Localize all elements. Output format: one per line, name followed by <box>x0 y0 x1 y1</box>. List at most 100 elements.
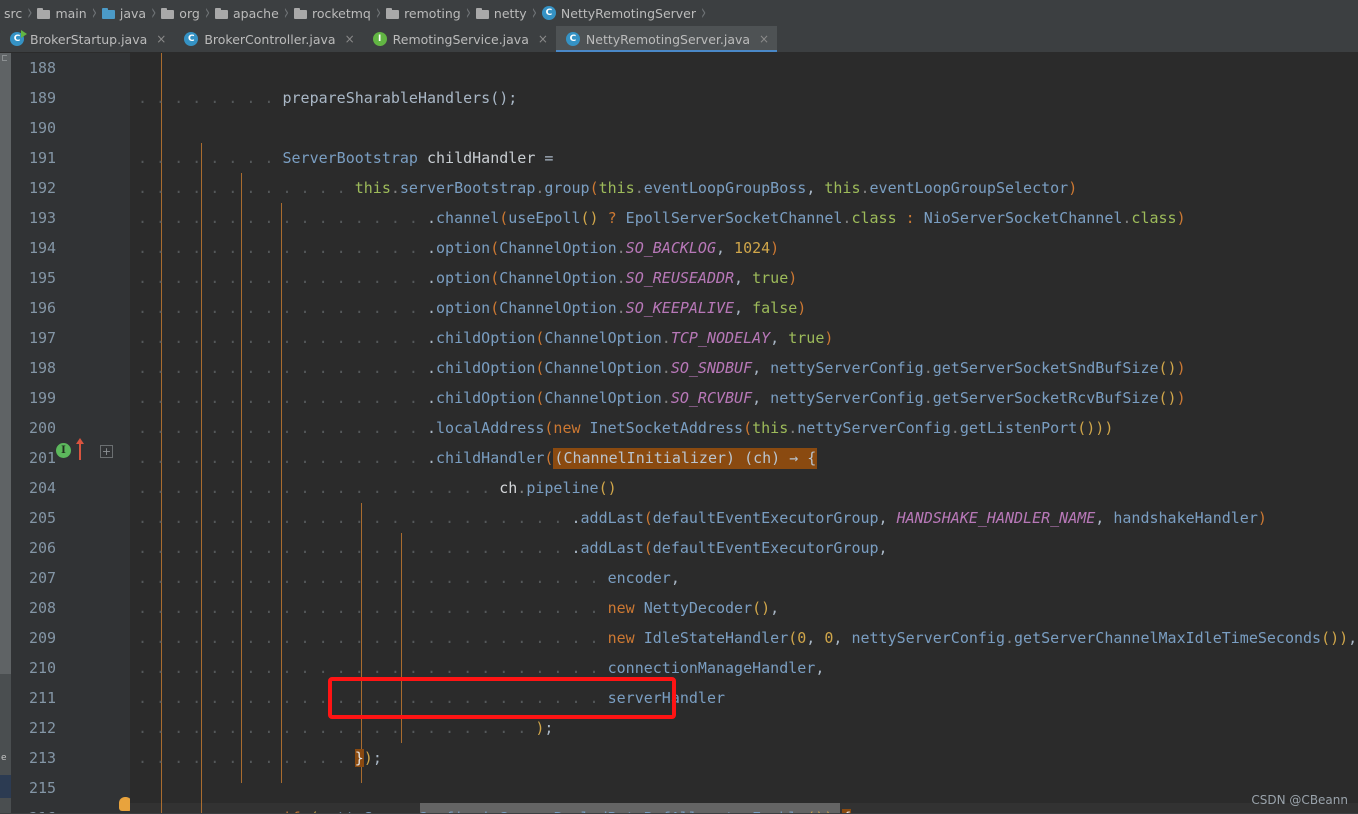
tab-brokercontroller-java[interactable]: C BrokerController.java × <box>174 26 363 52</box>
breadcrumb-separator-icon: › <box>283 0 289 26</box>
code-line-207: . . . . . . . . . . . . . . . . . . . . … <box>138 569 680 587</box>
code-line-192: . . . . . . . . . . . . this.serverBoots… <box>138 179 1078 197</box>
code-line-199: . . . . . . . . . . . . . . . . .childOp… <box>138 389 1186 407</box>
tab-nettyremotingserver-java[interactable]: C NettyRemotingServer.java × <box>555 26 778 52</box>
folder-icon <box>293 7 307 19</box>
editor-gutter[interactable]: 188 189 190 191 192 193 194 195 196 197 … <box>11 53 132 813</box>
line-number: 191 <box>29 149 57 167</box>
code-line-208: . . . . . . . . . . . . . . . . . . . . … <box>138 599 780 617</box>
close-icon[interactable]: × <box>345 33 355 45</box>
line-number: 207 <box>29 569 57 587</box>
breadcrumb-item-org[interactable]: org <box>157 0 204 26</box>
code-line-200: . . . . . . . . . . . . . . . . .localAd… <box>138 419 1114 437</box>
close-icon[interactable]: × <box>156 33 166 45</box>
close-icon[interactable]: × <box>538 33 548 45</box>
folder-icon <box>215 7 229 19</box>
line-number: 210 <box>29 659 57 677</box>
breadcrumb-label: java <box>119 5 147 21</box>
class-runnable-icon: C <box>10 30 27 46</box>
code-line-195: . . . . . . . . . . . . . . . . .option(… <box>138 269 798 287</box>
line-number: 194 <box>29 239 57 257</box>
breadcrumb-item-nettyremotingserver[interactable]: C NettyRemotingServer <box>538 0 700 26</box>
code-line-211: . . . . . . . . . . . . . . . . . . . . … <box>138 689 726 707</box>
line-number: 212 <box>29 719 57 737</box>
breadcrumb-item-main[interactable]: main <box>33 0 90 26</box>
code-content[interactable]: . . . . . . . . prepareSharableHandlers(… <box>130 53 1358 813</box>
code-line-191: . . . . . . . . ServerBootstrap childHan… <box>138 149 554 167</box>
tab-label: BrokerController.java <box>204 31 336 47</box>
breadcrumb-item-apache[interactable]: apache <box>211 0 283 26</box>
class-icon: C <box>184 32 199 46</box>
tab-brokerstartup-java[interactable]: C BrokerStartup.java × <box>0 26 175 52</box>
breadcrumb-item-netty[interactable]: netty <box>472 0 531 26</box>
line-number: 192 <box>29 179 57 197</box>
fold-expand-icon[interactable]: + <box>100 445 113 458</box>
line-number: 200 <box>29 419 57 437</box>
code-line-193: . . . . . . . . . . . . . . . . .channel… <box>138 209 1186 227</box>
code-line-205: . . . . . . . . . . . . . . . . . . . . … <box>138 509 1267 527</box>
breadcrumb-separator-icon: › <box>465 0 471 26</box>
line-number: 213 <box>29 749 57 767</box>
line-number: 215 <box>29 779 57 797</box>
code-line-210: . . . . . . . . . . . . . . . . . . . . … <box>138 659 825 677</box>
line-number: 197 <box>29 329 57 347</box>
breadcrumb-label: remoting <box>404 5 461 21</box>
code-line-194: . . . . . . . . . . . . . . . . .option(… <box>138 239 780 257</box>
code-line-198: . . . . . . . . . . . . . . . . .childOp… <box>138 359 1186 377</box>
tab-label: RemotingService.java <box>392 31 529 47</box>
line-number: 208 <box>29 599 57 617</box>
folder-blue-icon <box>101 7 115 19</box>
line-number: 195 <box>29 269 57 287</box>
breadcrumb-separator-icon: › <box>151 0 157 26</box>
close-icon[interactable]: × <box>759 33 769 45</box>
breadcrumb-separator-icon: › <box>91 0 97 26</box>
override-arrow-icon[interactable] <box>76 438 84 460</box>
breadcrumb-item-java[interactable]: java <box>98 0 150 26</box>
editor-tab-bar: C BrokerStartup.java × C BrokerControlle… <box>0 26 1358 53</box>
highlighted-lambda-fragment: (ChannelInitializer) (ch) → { <box>553 448 818 469</box>
line-number: 209 <box>29 629 57 647</box>
code-line-197: . . . . . . . . . . . . . . . . .childOp… <box>138 329 834 347</box>
code-line-209: . . . . . . . . . . . . . . . . . . . . … <box>138 629 1358 647</box>
breadcrumb-label: netty <box>493 5 527 21</box>
code-line-201: . . . . . . . . . . . . . . . . .childHa… <box>138 448 818 469</box>
breadcrumb-separator-icon: › <box>204 0 211 26</box>
folder-icon <box>37 7 51 19</box>
line-number: 196 <box>29 299 57 317</box>
code-line-216: . . . . . . . . if (nettyServerConfig.is… <box>138 803 852 813</box>
breadcrumb-label: apache <box>233 5 279 21</box>
breadcrumb-separator-icon: › <box>701 0 707 26</box>
line-number: 205 <box>29 509 57 527</box>
code-editor[interactable]: e 188 189 190 191 192 193 194 195 196 19… <box>0 53 1358 813</box>
editor-left-strip[interactable]: e <box>0 53 11 813</box>
breadcrumb-item-src[interactable]: src <box>0 0 26 26</box>
breadcrumb-separator-icon: › <box>27 0 33 26</box>
line-number: 189 <box>29 89 57 107</box>
breadcrumb-label: main <box>55 5 87 21</box>
strip-label-icon: e <box>1 753 7 763</box>
interface-icon: I <box>372 32 387 46</box>
folder-icon <box>161 7 175 19</box>
code-line-206: . . . . . . . . . . . . . . . . . . . . … <box>138 539 888 557</box>
line-number: 199 <box>29 389 57 407</box>
breadcrumb-item-remoting[interactable]: remoting <box>382 0 465 26</box>
breadcrumb: src › main › java › org › apache › rocke… <box>0 0 1358 26</box>
breadcrumb-label: org <box>179 5 200 21</box>
line-number: 190 <box>29 119 57 137</box>
class-icon: C <box>565 32 580 46</box>
tab-label: BrokerStartup.java <box>30 31 148 47</box>
code-line-212: . . . . . . . . . . . . . . . . . . . . … <box>138 719 554 737</box>
breadcrumb-separator-icon: › <box>531 0 537 26</box>
breadcrumb-item-rocketmq[interactable]: rocketmq <box>290 0 375 26</box>
code-line-204: . . . . . . . . . . . . . . . . . . . . … <box>138 479 617 497</box>
bookmark-marker-icon <box>2 55 7 61</box>
implementation-marker-icon[interactable]: I <box>56 443 71 458</box>
line-number: 211 <box>29 689 57 707</box>
line-number: 193 <box>29 209 57 227</box>
strip-selection-marker <box>0 775 11 798</box>
tab-remotingservice-java[interactable]: I RemotingService.java × <box>362 26 556 52</box>
code-line-213: . . . . . . . . . . . . }); <box>138 749 382 767</box>
code-line-189: . . . . . . . . prepareSharableHandlers(… <box>138 89 518 107</box>
breadcrumb-label: NettyRemotingServer <box>560 5 697 21</box>
line-number: 204 <box>29 479 57 497</box>
